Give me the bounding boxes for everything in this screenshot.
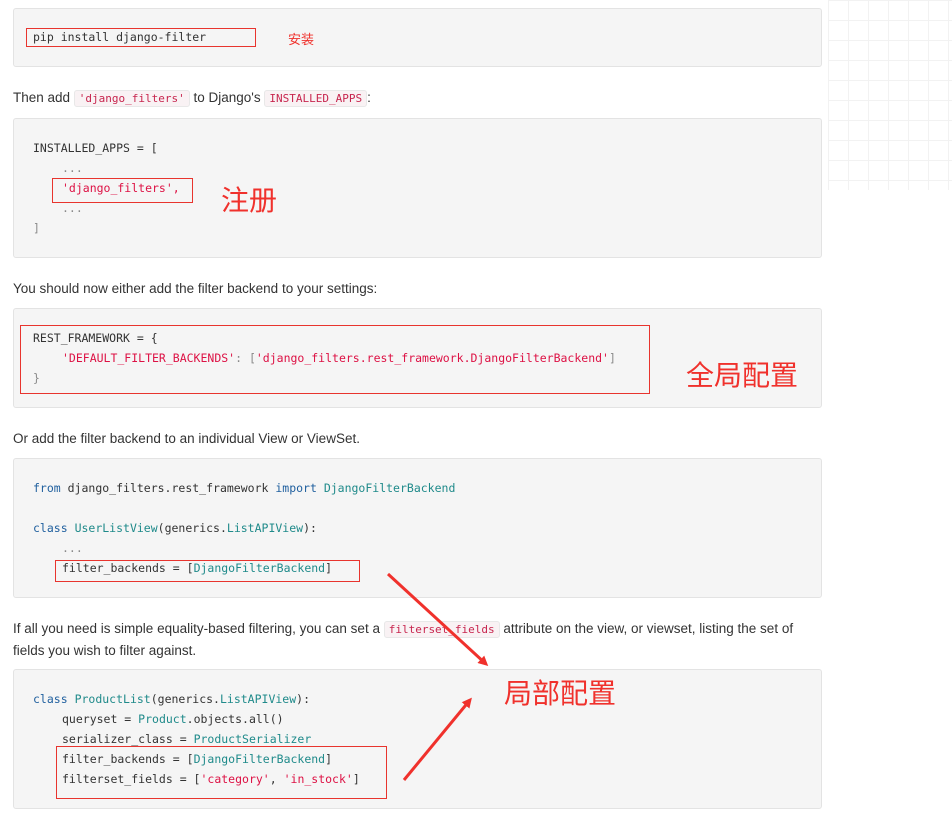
annotation-arrows bbox=[386, 572, 489, 781]
arrow-up-icon bbox=[402, 697, 472, 781]
arrow-down-icon bbox=[386, 572, 489, 667]
